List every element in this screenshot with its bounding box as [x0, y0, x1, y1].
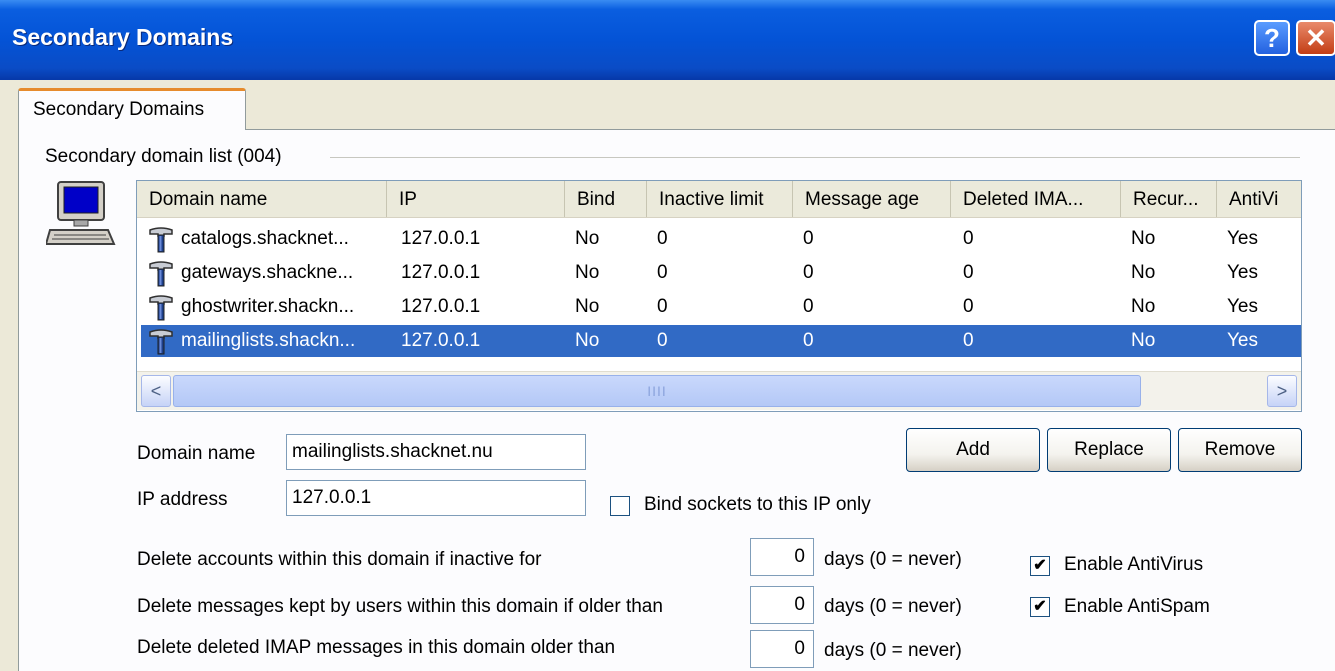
bind-sockets-checkbox[interactable] [610, 496, 630, 516]
cell-domain-name: ghostwriter.shackn... [181, 296, 355, 317]
ip-address-label: IP address [137, 489, 228, 510]
cell-message-age: 0 [803, 330, 814, 351]
cell-recurse: No [1131, 296, 1156, 317]
cell-message-age: 0 [803, 228, 814, 249]
table-row[interactable]: catalogs.shacknet... 127.0.0.1 No 0 0 0 No Yes [141, 223, 1301, 255]
column-header-message-age[interactable]: Message age [793, 181, 951, 217]
cell-deleted-imap: 0 [963, 262, 974, 283]
column-header-inactive-limit[interactable]: Inactive limit [647, 181, 793, 217]
domain-list[interactable]: Domain name IP Bind Inactive limit Messa… [136, 180, 1302, 412]
computer-icon [46, 181, 116, 245]
inactive-days-input[interactable]: 0 [750, 538, 814, 576]
cell-bind: No [575, 262, 600, 283]
domain-name-input[interactable]: mailinglists.shacknet.nu [286, 434, 586, 470]
cell-deleted-imap: 0 [963, 228, 974, 249]
message-age-input[interactable]: 0 [750, 586, 814, 624]
cell-bind: No [575, 296, 600, 317]
window-title: Secondary Domains [12, 24, 234, 50]
cell-message-age: 0 [803, 296, 814, 317]
cell-ip: 127.0.0.1 [401, 228, 481, 249]
horizontal-scrollbar[interactable]: < IIII > [137, 371, 1301, 410]
enable-antispam-checkbox[interactable]: ✔ [1030, 597, 1050, 617]
cell-domain-name: catalogs.shacknet... [181, 228, 349, 249]
help-button[interactable]: ? [1254, 20, 1290, 56]
cell-deleted-imap: 0 [963, 296, 974, 317]
column-header-antivirus[interactable]: AntiVi [1217, 181, 1301, 217]
cell-bind: No [575, 330, 600, 351]
cell-message-age: 0 [803, 262, 814, 283]
group-label: Secondary domain list (004) [45, 146, 290, 168]
cell-antivirus: Yes [1227, 330, 1258, 351]
cell-inactive-limit: 0 [657, 228, 668, 249]
cell-inactive-limit: 0 [657, 296, 668, 317]
enable-antivirus-checkbox[interactable]: ✔ [1030, 556, 1050, 576]
cell-inactive-limit: 0 [657, 262, 668, 283]
inactive-limit-label: Delete accounts within this domain if in… [137, 549, 542, 570]
cell-antivirus: Yes [1227, 228, 1258, 249]
group-divider [330, 157, 1300, 158]
cell-recurse: No [1131, 330, 1156, 351]
cell-recurse: No [1131, 228, 1156, 249]
domain-name-label: Domain name [137, 443, 256, 464]
cell-ip: 127.0.0.1 [401, 330, 481, 351]
remove-button[interactable]: Remove [1178, 428, 1302, 472]
column-header-bind[interactable]: Bind [565, 181, 647, 217]
enable-antivirus-label: Enable AntiVirus [1064, 554, 1204, 575]
cell-inactive-limit: 0 [657, 330, 668, 351]
enable-antispam-label: Enable AntiSpam [1064, 596, 1210, 617]
cell-antivirus: Yes [1227, 296, 1258, 317]
cell-recurse: No [1131, 262, 1156, 283]
bind-sockets-label: Bind sockets to this IP only [644, 494, 871, 515]
replace-button[interactable]: Replace [1047, 428, 1171, 472]
cell-domain-name: mailinglists.shackn... [181, 330, 356, 351]
domain-icon [147, 259, 175, 287]
table-row[interactable]: gateways.shackne... 127.0.0.1 No 0 0 0 No Yes [141, 257, 1301, 289]
message-age-days-note: days (0 = never) [824, 596, 962, 617]
cell-ip: 127.0.0.1 [401, 262, 481, 283]
deleted-imap-days-note: days (0 = never) [824, 640, 962, 661]
cell-antivirus: Yes [1227, 262, 1258, 283]
cell-bind: No [575, 228, 600, 249]
domain-icon [147, 293, 175, 321]
domain-icon [147, 225, 175, 253]
scroll-right-button[interactable]: > [1267, 375, 1297, 407]
deleted-imap-label: Delete deleted IMAP messages in this dom… [137, 637, 616, 658]
deleted-imap-input[interactable]: 0 [750, 630, 814, 668]
title-bar[interactable]: Secondary Domains ? ✕ [0, 0, 1335, 80]
table-row[interactable]: mailinglists.shackn... 127.0.0.1 No 0 0 0 No Ye… [141, 325, 1301, 357]
ip-address-input[interactable]: 127.0.0.1 [286, 480, 586, 516]
cell-domain-name: gateways.shackne... [181, 262, 354, 283]
table-row[interactable]: ghostwriter.shackn... 127.0.0.1 No 0 0 0 No Yes [141, 291, 1301, 323]
inactive-days-note: days (0 = never) [824, 549, 962, 570]
scroll-left-button[interactable]: < [141, 375, 171, 407]
message-age-label: Delete messages kept by users within thi… [137, 596, 663, 617]
add-button[interactable]: Add [906, 428, 1040, 472]
cell-ip: 127.0.0.1 [401, 296, 481, 317]
tab-label: Secondary Domains [33, 99, 205, 120]
column-header-ip[interactable]: IP [387, 181, 565, 217]
close-button[interactable]: ✕ [1296, 20, 1335, 56]
column-header-domain-name[interactable]: Domain name [137, 181, 387, 217]
scroll-thumb[interactable]: IIII [173, 375, 1141, 407]
column-header-recurse[interactable]: Recur... [1121, 181, 1217, 217]
column-header-deleted-imap[interactable]: Deleted IMA... [951, 181, 1121, 217]
tab-secondary-domains[interactable]: Secondary Domains [18, 88, 246, 130]
list-header: Domain name IP Bind Inactive limit Messa… [137, 181, 1301, 218]
domain-icon [147, 327, 175, 355]
cell-deleted-imap: 0 [963, 330, 974, 351]
